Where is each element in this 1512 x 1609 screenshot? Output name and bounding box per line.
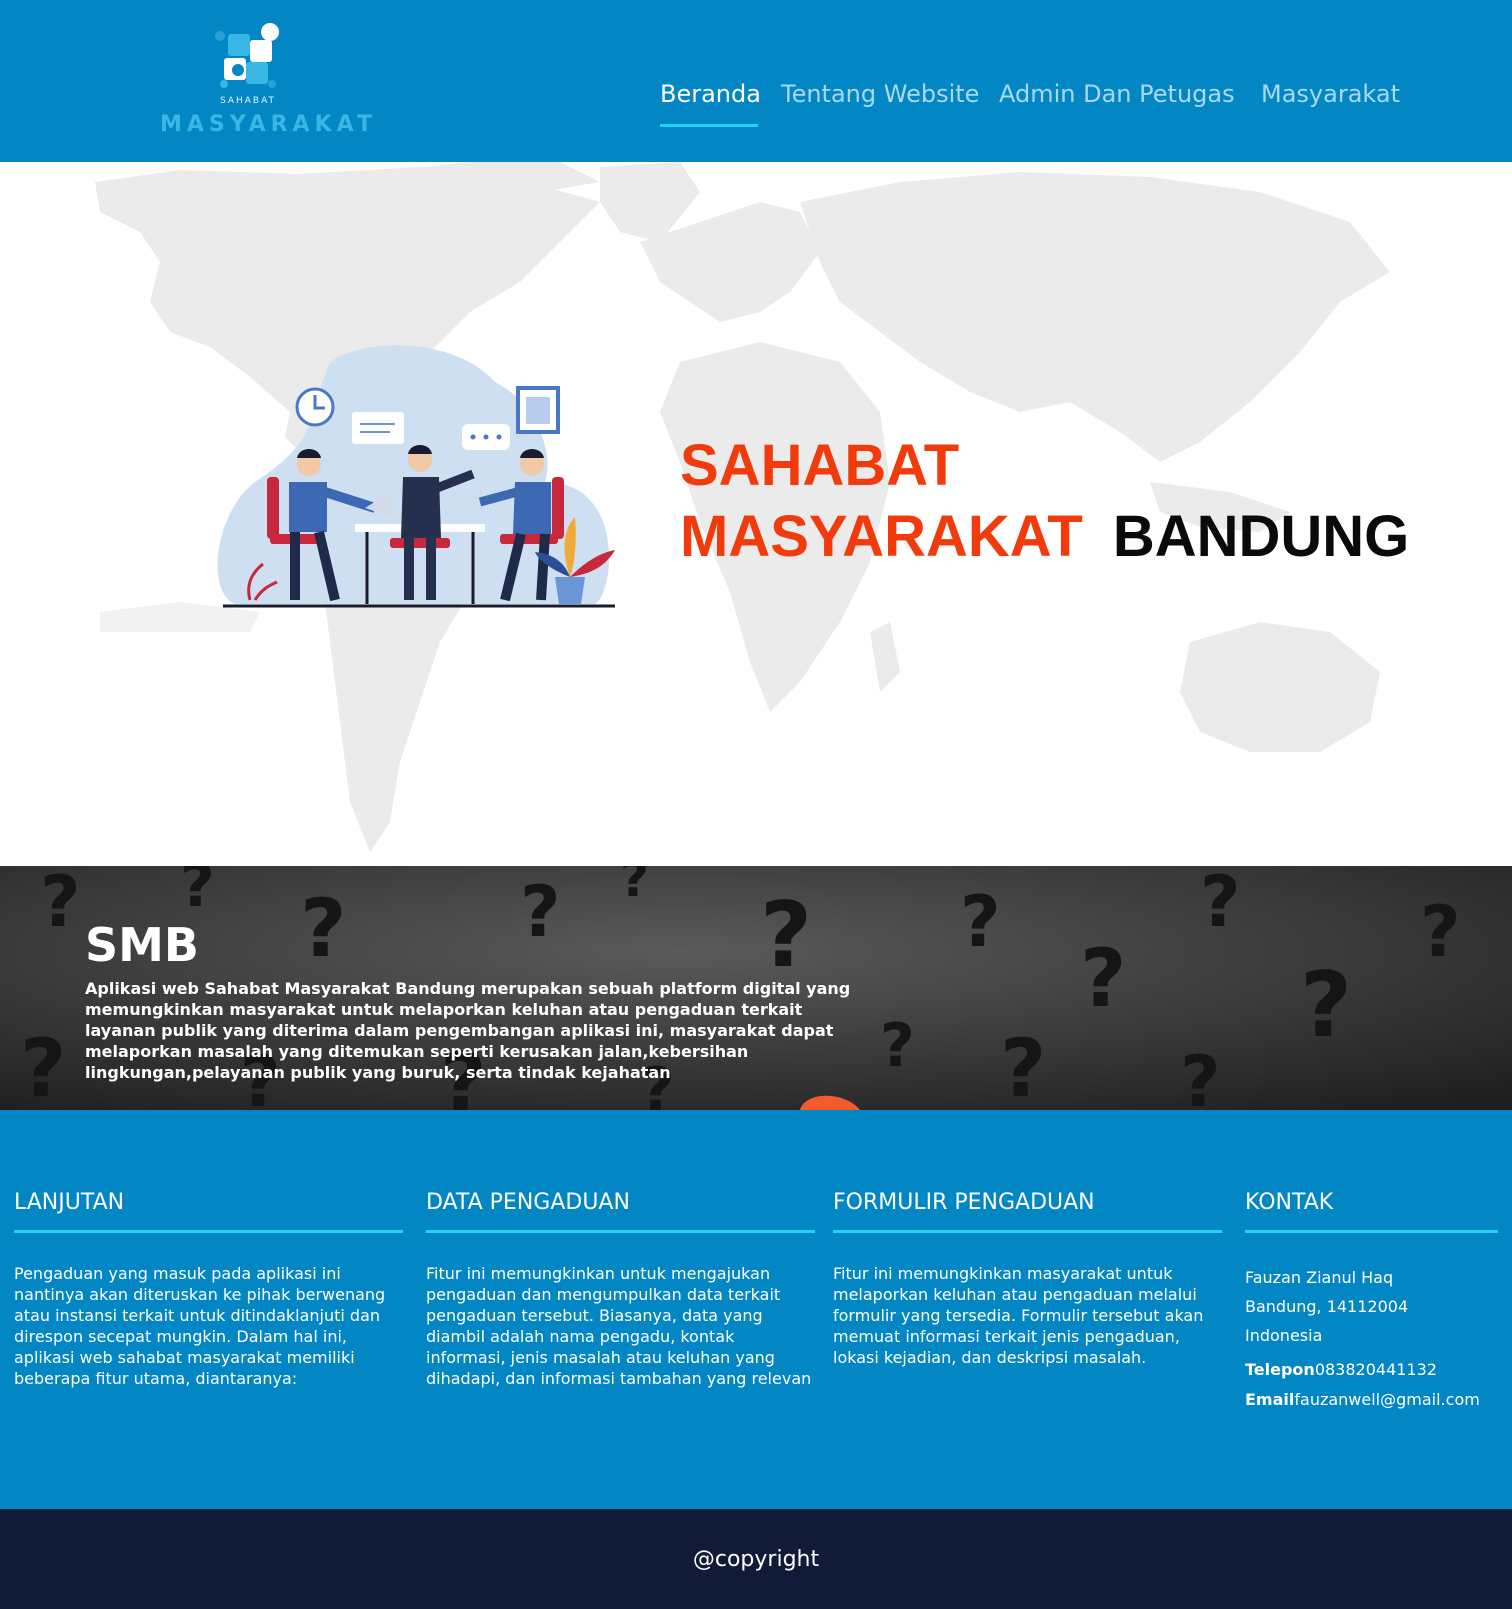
data-pengaduan-text: Fitur ini memungkinkan untuk mengajukan … xyxy=(426,1264,812,1388)
clock-icon xyxy=(295,387,335,427)
lanjutan-text: Pengaduan yang masuk pada aplikasi ini n… xyxy=(14,1264,386,1388)
svg-text:?: ? xyxy=(1000,1022,1046,1110)
smb-description: Aplikasi web Sahabat Masyarakat Bandung … xyxy=(85,979,851,1082)
site-header: SAHABAT MASYARAKAT Beranda Tentang Websi… xyxy=(0,0,1512,162)
formulir-pengaduan-column: FORMULIR PENGADUAN Fitur ini memungkinka… xyxy=(833,1190,1222,1368)
kontak-title: KONTAK xyxy=(1245,1190,1334,1215)
copyright-text: @copyright xyxy=(692,1547,820,1572)
smb-banner: ? ? ? ? ? ? ? ? ? ? ? ? ? ? ? ? ? ? SMB … xyxy=(0,866,1512,1110)
kontak-city: Bandung, 14112004 xyxy=(1245,1297,1409,1316)
svg-text:?: ? xyxy=(1420,891,1461,973)
kontak-email-label: Email xyxy=(1245,1390,1295,1409)
kontak-phone-row: Telepon083820441132 xyxy=(1245,1354,1498,1385)
picture-frame-icon xyxy=(516,386,560,434)
hero-section: SAHABAT MASYARAKAT BANDUNG xyxy=(0,162,1512,866)
formulir-pengaduan-divider xyxy=(833,1230,1222,1233)
svg-text:?: ? xyxy=(620,866,649,908)
info-section: LANJUTAN Pengaduan yang masuk pada aplik… xyxy=(0,1110,1512,1509)
kontak-column: KONTAK Fauzan Zianul Haq Bandung, 141120… xyxy=(1245,1190,1498,1414)
nav-item-admin-dan-petugas[interactable]: Admin Dan Petugas xyxy=(999,80,1235,108)
data-pengaduan-column: DATA PENGADUAN Fitur ini memungkinkan un… xyxy=(426,1190,815,1389)
lanjutan-column: LANJUTAN Pengaduan yang masuk pada aplik… xyxy=(14,1190,403,1389)
svg-text:?: ? xyxy=(880,1011,915,1081)
formulir-pengaduan-text: Fitur ini memungkinkan masyarakat untuk … xyxy=(833,1264,1204,1367)
hero-title-line1: SAHABAT xyxy=(680,433,960,498)
data-pengaduan-title: DATA PENGADUAN xyxy=(426,1190,630,1215)
lanjutan-title: LANJUTAN xyxy=(14,1190,125,1215)
nav-item-masyarakat[interactable]: Masyarakat xyxy=(1261,80,1400,108)
nav-item-tentang-website[interactable]: Tentang Website xyxy=(781,80,979,108)
svg-text:?: ? xyxy=(760,883,812,988)
kontak-divider xyxy=(1245,1230,1498,1233)
meeting-illustration xyxy=(217,345,615,608)
svg-text:?: ? xyxy=(20,1022,66,1110)
formulir-pengaduan-title: FORMULIR PENGADUAN xyxy=(833,1190,1095,1215)
svg-text:?: ? xyxy=(520,871,561,953)
svg-text:?: ? xyxy=(1200,866,1241,943)
svg-text:?: ? xyxy=(1180,1041,1221,1110)
svg-text:?: ? xyxy=(960,881,1001,963)
lanjutan-divider xyxy=(14,1230,403,1233)
svg-text:?: ? xyxy=(1300,953,1352,1058)
logo-big-text: MASYARAKAT xyxy=(160,112,377,137)
kontak-email[interactable]: fauzanwell@gmail.com xyxy=(1294,1390,1479,1409)
nav-item-beranda[interactable]: Beranda xyxy=(660,80,761,108)
logo-mark-icon xyxy=(215,23,279,88)
kontak-email-row: Emailfauzanwell@gmail.com xyxy=(1245,1385,1498,1414)
hero-title-red: MASYARAKAT xyxy=(680,504,1083,569)
svg-text:?: ? xyxy=(300,882,346,975)
logo-small-text: SAHABAT xyxy=(219,96,277,106)
kontak-country: Indonesia xyxy=(1245,1326,1323,1345)
smb-title: SMB xyxy=(85,918,199,972)
kontak-phone[interactable]: 083820441132 xyxy=(1315,1360,1437,1379)
hero-title-line2: MASYARAKAT BANDUNG xyxy=(680,501,1409,572)
svg-text:?: ? xyxy=(40,866,81,943)
site-footer: @copyright xyxy=(0,1509,1512,1609)
kontak-phone-label: Telepon xyxy=(1245,1360,1315,1379)
hero-title-dark: BANDUNG xyxy=(1112,504,1410,569)
svg-text:?: ? xyxy=(1080,932,1126,1025)
hero-title: SAHABAT MASYARAKAT BANDUNG xyxy=(680,430,1409,572)
nav-active-underline xyxy=(660,124,758,127)
data-pengaduan-divider xyxy=(426,1230,815,1233)
site-logo[interactable]: SAHABAT MASYARAKAT xyxy=(160,20,377,142)
svg-text:?: ? xyxy=(180,866,215,921)
kontak-name: Fauzan Zianul Haq xyxy=(1245,1268,1394,1287)
